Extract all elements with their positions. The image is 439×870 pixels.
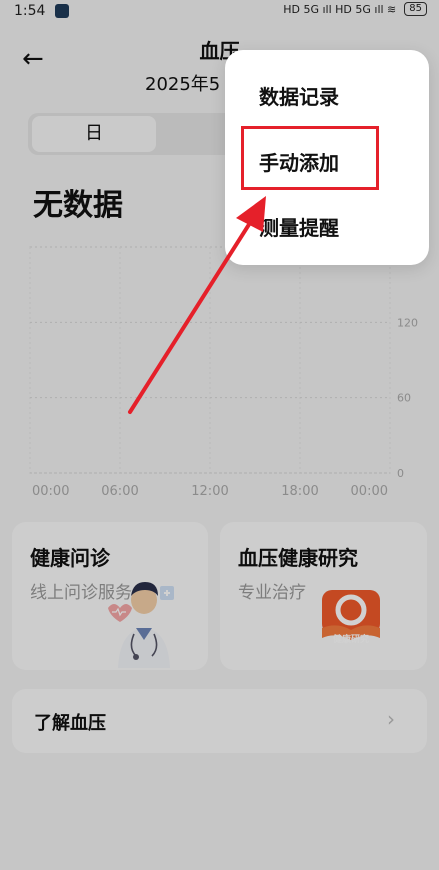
menu-item-reminder[interactable]: 测量提醒: [259, 212, 339, 241]
highlight-box: [241, 126, 379, 190]
menu-item-data-records[interactable]: 数据记录: [259, 81, 339, 110]
